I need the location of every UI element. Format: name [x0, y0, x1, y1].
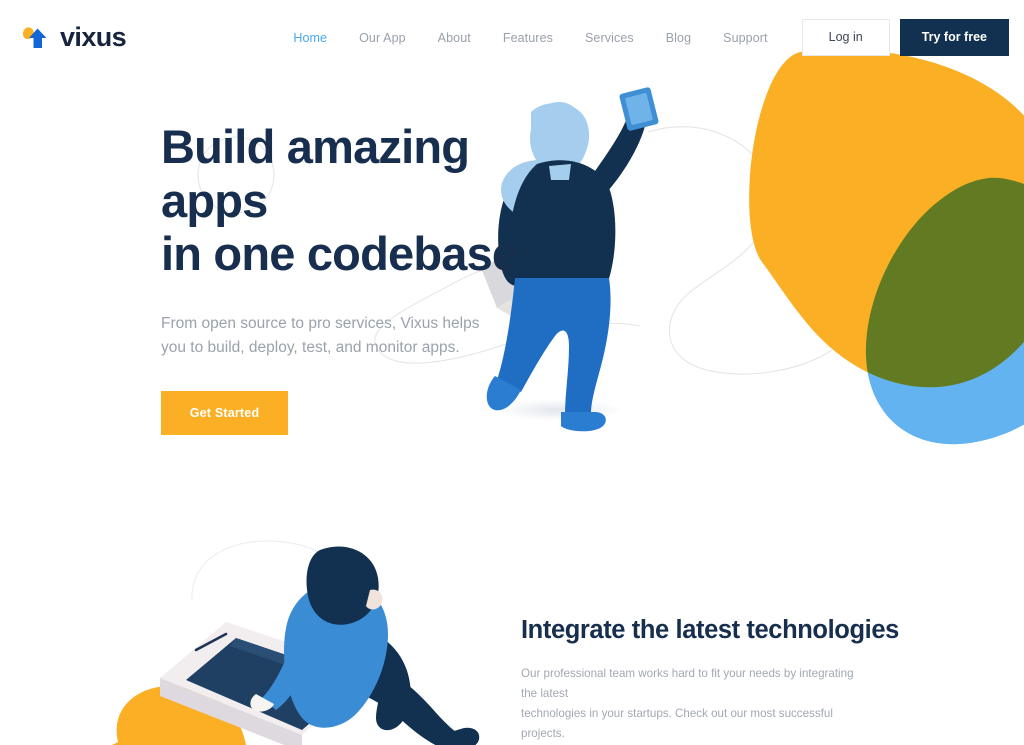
nav-item-support[interactable]: Support — [707, 25, 783, 51]
seated-person-graphic — [250, 546, 480, 745]
feature-body: Our professional team works hard to fit … — [521, 666, 854, 741]
nav-item-services[interactable]: Services — [569, 25, 650, 51]
decorative-squiggle-lower — [191, 540, 459, 745]
brand-logo[interactable]: vixus — [22, 22, 127, 52]
hero-section: Build amazing apps in one codebase From … — [0, 75, 520, 435]
vixus-arrow-logo-icon — [23, 26, 47, 48]
nav-item-blog[interactable]: Blog — [650, 25, 707, 51]
login-button[interactable]: Log in — [801, 19, 890, 56]
tablet-icon — [619, 87, 659, 131]
nav-item-about[interactable]: About — [422, 25, 487, 51]
smartphone-graphic — [160, 622, 370, 745]
blue-blob — [865, 177, 1024, 445]
hero-title: Build amazing apps in one codebase — [161, 120, 518, 281]
main-navigation: Home Our App About Features Services Blo… — [277, 19, 1009, 56]
hero-subtitle: From open source to pro services, Vixus … — [161, 314, 480, 356]
nav-item-features[interactable]: Features — [487, 25, 569, 51]
nav-item-our-app[interactable]: Our App — [343, 25, 422, 51]
shoe-right — [561, 412, 606, 432]
head — [530, 102, 588, 174]
try-free-button[interactable]: Try for free — [899, 19, 1009, 56]
landing-page: vixus Home Our App About Features Servic… — [0, 0, 1024, 745]
get-started-button[interactable]: Get Started — [161, 390, 288, 435]
feature-text-column: Integrate the latest technologies Our pr… — [521, 615, 941, 745]
site-header: vixus Home Our App About Features Servic… — [0, 0, 1024, 75]
brand-name: vixus — [60, 22, 127, 52]
feature-section: Integrate the latest technologies Our pr… — [0, 520, 1024, 745]
feature-title: Integrate the latest technologies — [521, 616, 899, 644]
nav-item-home[interactable]: Home — [277, 25, 343, 51]
orange-blob — [749, 49, 1024, 388]
feature-illustration-person-on-phone — [40, 530, 500, 745]
